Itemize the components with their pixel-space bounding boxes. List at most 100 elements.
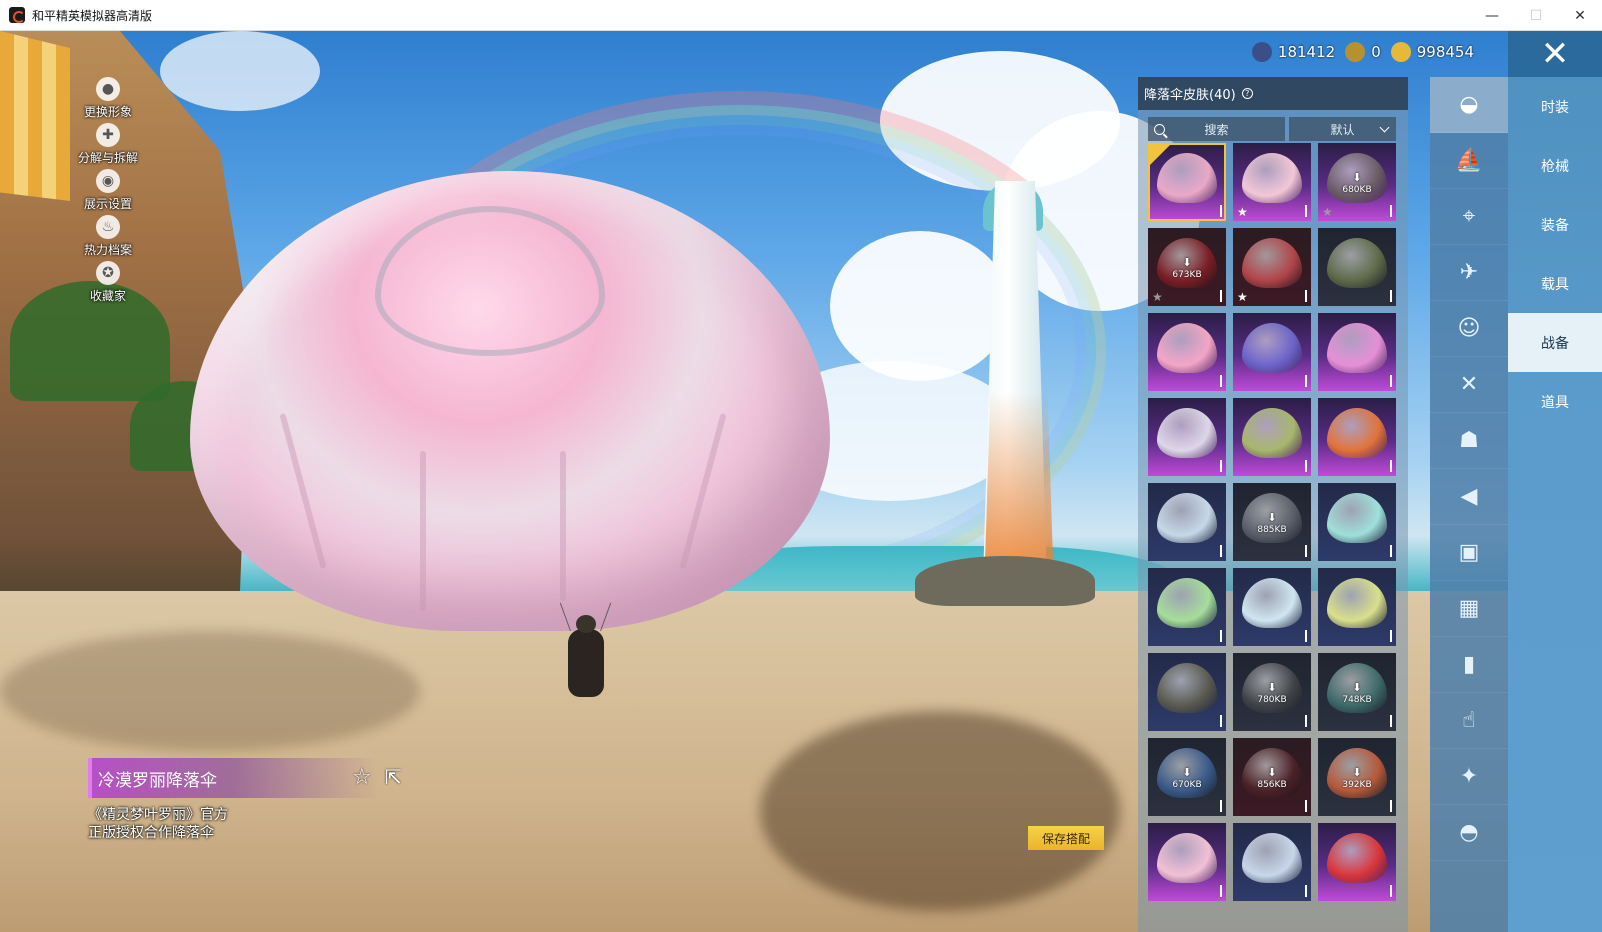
skin-tile[interactable] [1148, 313, 1226, 391]
parachute-thumbnail [1327, 238, 1387, 288]
food-icon[interactable]: ◓ [1430, 805, 1508, 861]
tap-icon[interactable]: ☝ [1430, 693, 1508, 749]
skin-tile[interactable] [1318, 313, 1396, 391]
skin-tile[interactable] [1233, 313, 1311, 391]
star-icon: ★ [1152, 290, 1163, 304]
level-bar [1390, 375, 1392, 387]
window-controls: — ☐ ✕ [1470, 0, 1602, 31]
globe-coin-icon [1251, 42, 1272, 62]
drone-icon[interactable]: ⌖ [1430, 189, 1508, 245]
chat-icon[interactable]: ▣ [1430, 525, 1508, 581]
side-menu-item[interactable]: ✚ 分解与拆解 [72, 118, 144, 166]
download-icon: ⬇ [1267, 681, 1277, 694]
skin-tile[interactable] [1233, 823, 1311, 901]
skin-tile[interactable] [1148, 653, 1226, 731]
category-tab[interactable]: 枪械 [1508, 136, 1602, 195]
skin-tile[interactable] [1233, 398, 1311, 476]
favorite-star-icon[interactable]: ☆ [352, 765, 378, 791]
category-tab[interactable]: 载具 [1508, 254, 1602, 313]
plane-icon[interactable]: ✈ [1430, 245, 1508, 301]
star-icon: ★ [1237, 290, 1248, 304]
category-tab[interactable]: 装备 [1508, 195, 1602, 254]
side-menu-item[interactable]: ✪ 收藏家 [72, 256, 144, 304]
level-bar [1390, 800, 1392, 812]
lighthouse-band [985, 391, 1053, 561]
equipped-check-icon [1148, 143, 1172, 167]
robot-icon[interactable]: ☗ [1430, 413, 1508, 469]
level-bar [1305, 205, 1307, 217]
category-tab[interactable]: 道具 [1508, 372, 1602, 431]
skin-tile[interactable] [1148, 823, 1226, 901]
skin-tile[interactable] [1318, 823, 1396, 901]
level-bar [1305, 375, 1307, 387]
skin-tile[interactable]: ★ ⬇ 673KB [1148, 228, 1226, 306]
side-menu-item[interactable]: ◉ 展示设置 [72, 164, 144, 212]
side-menu-item[interactable]: ♨ 热力档案 [72, 210, 144, 258]
skin-tile[interactable]: ⬇ 856KB [1233, 738, 1311, 816]
parachute-thumbnail [1157, 578, 1217, 628]
maximize-button[interactable]: ☐ [1514, 0, 1558, 31]
skin-tile[interactable] [1318, 398, 1396, 476]
wand-icon[interactable]: ✦ [1430, 749, 1508, 805]
skin-tile[interactable] [1148, 143, 1226, 221]
category-tab[interactable]: 时装 [1508, 77, 1602, 136]
parachute-thumbnail [1327, 323, 1387, 373]
search-input[interactable]: 搜索 [1148, 117, 1285, 141]
boat-icon[interactable]: ⛵ [1430, 133, 1508, 189]
search-placeholder: 搜索 [1204, 122, 1229, 137]
minimize-button[interactable]: — [1470, 0, 1514, 31]
close-window-button[interactable]: ✕ [1558, 0, 1602, 31]
download-size: 673KB [1172, 270, 1202, 280]
parachute-thumbnail [1242, 578, 1302, 628]
level-bar [1220, 800, 1222, 812]
chute-shadow [760, 711, 1120, 911]
skin-tile[interactable]: ⬇ 670KB [1148, 738, 1226, 816]
skin-tile[interactable] [1233, 568, 1311, 646]
subcategory-tabs: ◒ ⛵ ⌖ ✈ ☺ ✕ ☗ ◀ ▣ ▦ ▮ ☝ ✦ ◓ [1430, 77, 1508, 932]
a-coin-icon [1345, 42, 1366, 62]
skin-tile[interactable]: ★ [1233, 228, 1311, 306]
skin-tile[interactable]: ★ ⬇ 680KB [1318, 143, 1396, 221]
skin-tile[interactable] [1318, 568, 1396, 646]
parachute-thumbnail [1327, 578, 1387, 628]
parachute-thumbnail [1327, 493, 1387, 543]
currency-value: 0 [1371, 43, 1381, 61]
skin-tile[interactable] [1148, 483, 1226, 561]
download-icon: ⬇ [1182, 766, 1192, 779]
parachute-fold [420, 451, 426, 611]
glider-icon[interactable]: ✕ [1430, 357, 1508, 413]
level-bar [1220, 375, 1222, 387]
skin-tile[interactable] [1318, 228, 1396, 306]
side-menu-item[interactable]: ● 更换形象 [72, 72, 144, 120]
speaker-icon[interactable]: ◀ [1430, 469, 1508, 525]
category-tab[interactable]: 战备 [1508, 313, 1602, 372]
save-outfit-button[interactable]: 保存搭配 [1028, 826, 1104, 850]
sail [0, 31, 70, 201]
skin-tile[interactable]: ⬇ 780KB [1233, 653, 1311, 731]
level-bar [1220, 545, 1222, 557]
skin-tile[interactable] [1318, 483, 1396, 561]
window-title: 和平精英模拟器高清版 [32, 8, 153, 23]
item-description: 《精灵梦叶罗丽》官方 正版授权合作降落伞 [88, 806, 228, 842]
share-icon[interactable]: ⇱ [385, 765, 411, 791]
level-bar [1305, 460, 1307, 472]
skin-tile[interactable] [1148, 568, 1226, 646]
skin-tile[interactable]: ⬇ 392KB [1318, 738, 1396, 816]
level-bar [1220, 885, 1222, 897]
skin-tile[interactable] [1148, 398, 1226, 476]
help-icon[interactable]: ? [1241, 88, 1253, 99]
download-icon: ⬇ [1352, 171, 1362, 184]
app-logo-icon [9, 7, 25, 23]
picture-icon[interactable]: ▦ [1430, 581, 1508, 637]
parachute-icon[interactable]: ◒ [1430, 77, 1508, 133]
sort-dropdown[interactable]: 默认 [1289, 117, 1396, 141]
download-badge: ⬇ 748KB [1318, 681, 1396, 705]
face-icon[interactable]: ☺ [1430, 301, 1508, 357]
skin-tile[interactable]: ⬇ 885KB [1233, 483, 1311, 561]
level-bar [1220, 630, 1222, 642]
spray-icon[interactable]: ▮ [1430, 637, 1508, 693]
close-button[interactable]: ✕ [1508, 31, 1602, 77]
skin-tile[interactable]: ★ [1233, 143, 1311, 221]
skin-tile[interactable]: ⬇ 748KB [1318, 653, 1396, 731]
level-bar [1305, 885, 1307, 897]
